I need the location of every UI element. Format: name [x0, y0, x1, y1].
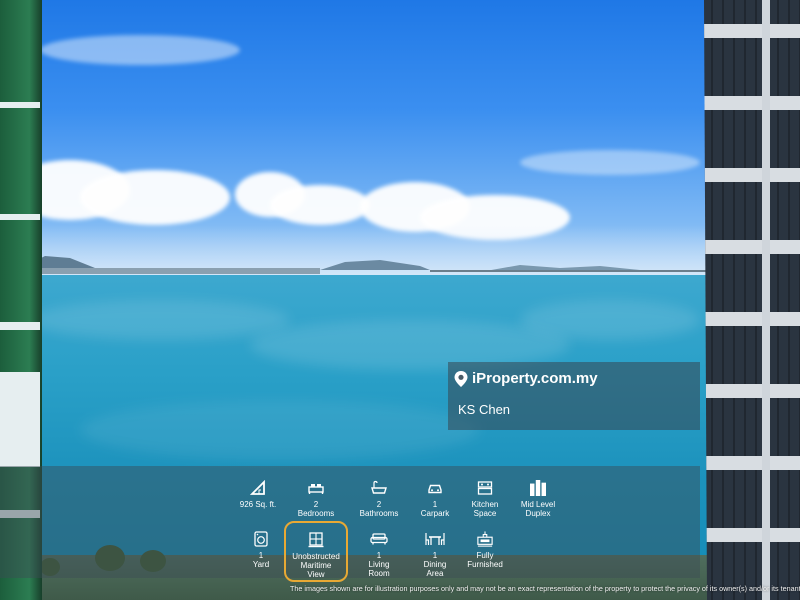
- agent-card: iProperty.com.my KS Chen: [448, 362, 700, 430]
- dining-table-icon: [425, 531, 445, 547]
- car-icon: [427, 480, 443, 496]
- feature-label: 1 Carpark: [421, 500, 449, 518]
- feature-label: Unobstructed Maritime View: [292, 552, 340, 579]
- feature-bedrooms: 2 Bedrooms: [283, 480, 349, 518]
- right-building: [700, 0, 800, 600]
- feature-label: Mid Level Duplex: [521, 500, 555, 518]
- brand-name: iProperty.com.my: [472, 370, 598, 387]
- area-triangle-icon: [250, 480, 266, 496]
- washer-icon: [254, 531, 268, 547]
- furnished-icon: [475, 531, 495, 547]
- feature-area: 926 Sq. ft.: [225, 480, 291, 509]
- feature-label: 1 Living Room: [368, 551, 389, 578]
- feature-maritime-view: Unobstructed Maritime View: [284, 521, 348, 582]
- window-icon: [308, 532, 324, 548]
- building-icon: [528, 480, 548, 496]
- feature-label: 2 Bathrooms: [360, 500, 399, 518]
- location-pin-icon: [454, 371, 468, 387]
- feature-label: Fully Furnished: [467, 551, 503, 569]
- feature-furnished: Fully Furnished: [452, 531, 518, 569]
- feature-label: 2 Bedrooms: [298, 500, 334, 518]
- sofa-icon: [370, 531, 388, 547]
- feature-label: Kitchen Space: [472, 500, 499, 518]
- agent-name: KS Chen: [458, 402, 510, 417]
- feature-label: 1 Yard: [253, 551, 269, 569]
- feature-label: 1 Dining Area: [424, 551, 447, 578]
- bathtub-icon: [371, 480, 387, 496]
- disclaimer-text: The images shown are for illustration pu…: [290, 584, 800, 593]
- bed-icon: [308, 480, 324, 496]
- kitchen-icon: [477, 480, 493, 496]
- feature-duplex: Mid Level Duplex: [505, 480, 571, 518]
- brand-logo: iProperty.com.my: [454, 370, 598, 387]
- feature-label: 926 Sq. ft.: [240, 500, 276, 509]
